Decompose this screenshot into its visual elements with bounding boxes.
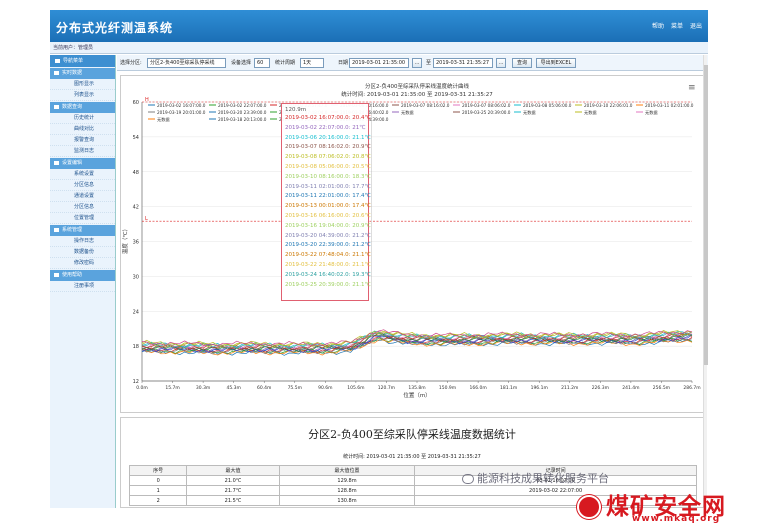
legend-label: 无数据 [584,109,597,116]
legend-label: 2019-03-25 20:39:00.0 [462,110,511,115]
legend-label: 无数据 [157,116,170,123]
legend-label: 2019-03-11 02:01:00.0 [645,103,694,108]
x-tick-label: 105.6m [347,385,364,391]
tooltip-row: 2019-03-13 00:01:00.0: 17.4℃ [285,203,371,210]
y-axis-title: 温度（℃） [121,226,129,254]
x-tick-label: 15.7m [165,385,179,391]
tooltip-rows: 2019-03-02 16:07:00.0: 20.4℃ 2019-03-02 2… [285,114,371,290]
x-tick-label: 166.0m [469,385,486,391]
tooltip-row: 2019-03-22 07:48:04.0: 21.1℃ [285,252,371,259]
logo-emblem-icon [577,495,601,519]
x-tick-label: 0.0m [136,385,148,391]
tooltip-row: 2019-03-11 22:01:00.0: 17.4℃ [285,193,371,200]
chart-tooltip: 120.9m 2019-03-02 16:07:00.0: 20.4℃ 2019-… [281,103,371,301]
alarm-low-label: L [145,216,148,222]
x-tick-label: 181.1m [500,385,517,391]
legend-label: 2019-03-19 20:01:00.0 [157,110,206,115]
tooltip-row: 2019-03-24 16:40:02.0: 19.3℃ [285,271,371,278]
vertical-scrollbar[interactable] [703,55,708,498]
legend-label: 2019-03-02 16:07:00.0 [157,103,206,108]
x-tick-label: 120.7m [378,385,395,391]
wechat-icon [462,474,474,484]
tooltip-row: 2019-03-20 04:39:00.0: 21.2℃ [285,232,371,239]
y-tick-label: 30 [133,274,139,280]
site-logo-url: www.mkaq.org [632,514,721,524]
tooltip-row: 2019-03-10 08:16:00.0: 18.3℃ [285,173,371,180]
x-tick-label: 45.3m [226,385,240,391]
chart-menu-icon: ≡ [688,83,696,93]
y-tick-label: 12 [133,379,139,385]
tooltip-row: 2019-03-02 16:07:00.0: 20.4℃ [285,115,371,121]
legend-label: 无数据 [401,109,414,116]
x-tick-label: 150.9m [439,385,456,391]
tooltip-row: 2019-03-16 19:04:00.0: 20.9℃ [285,222,371,229]
y-tick-label: 36 [133,240,139,246]
tooltip-row: 2019-03-25 20:39:00.0: 21.1℃ [285,281,371,288]
y-tick-label: 42 [133,205,139,211]
x-tick-label: 90.6m [318,385,332,391]
x-tick-label: 30.3m [196,385,210,391]
chart-title: 分区2-负400至综采队停采线温度统计曲线 [365,82,469,90]
legend-label: 2019-03-07 08:16:02.0 [401,103,450,108]
tooltip-row: 2019-03-11 02:01:00.0: 17.7℃ [285,183,371,190]
watermark-text: 能源科技成果转化服务平台 [477,472,609,485]
tooltip-header: 120.9m [285,107,307,113]
tooltip-row: 2019-03-06 20:16:00.0: 21.1℃ [285,134,371,141]
legend-label: 2019-03-18 20:13:00.0 [218,117,267,122]
scrollbar-thumb[interactable] [704,65,708,365]
tooltip-row: 2019-03-16 06:16:00.0: 20.6℃ [285,212,371,219]
x-tick-label: 60.4m [257,385,271,391]
x-tick-label: 286.7m [683,385,700,391]
temperature-chart: 分区2-负400至综采队停采线温度统计曲线统计时间: 2019-03-01 21… [121,82,701,399]
legend-label: 无数据 [523,109,536,116]
legend-label: 2019-03-20 23:39:00.0 [218,110,267,115]
legend-label: 无数据 [645,109,658,116]
legend-label: 2019-03-10 22:06:01.0 [584,103,633,108]
chart-subtitle: 统计时间: 2019-03-01 21:35:00 至 2019-03-31 2… [341,90,493,98]
tooltip-row: 2019-03-20 22:39:00.0: 21.2℃ [285,242,371,249]
x-tick-label: 196.1m [531,385,548,391]
tooltip-row: 2019-03-08 07:06:02.0: 20.8℃ [285,154,371,161]
x-tick-label: 135.8m [408,385,425,391]
legend-label: 2019-03-02 22:07:00.0 [218,103,267,108]
x-tick-label: 211.2m [561,385,578,391]
y-tick-label: 18 [133,344,139,350]
x-tick-label: 241.4m [622,385,639,391]
tooltip-row: 2019-03-07 08:16:02.0: 20.9℃ [285,144,371,151]
alarm-high-label: H [145,97,149,103]
tooltip-row: 2019-03-22 21:48:00.0: 21.1℃ [285,261,371,268]
y-tick-label: 60 [133,100,139,106]
legend-label: 2019-03-08 05:06:00.0 [523,103,572,108]
tooltip-row: 2019-03-02 22:07:00.0: 21℃ [285,124,366,131]
y-tick-label: 24 [133,309,139,315]
watermark: 能源科技成果转化服务平台 [462,470,609,486]
y-tick-label: 48 [133,170,139,176]
tooltip-row: 2019-03-08 05:06:00.0: 20.5℃ [285,163,371,170]
x-tick-label: 75.5m [288,385,302,391]
legend-label: 2019-03-07 08:06:02.0 [462,103,511,108]
x-tick-label: 226.3m [592,385,609,391]
y-tick-label: 54 [133,135,139,141]
x-axis-title: 位置（m） [403,391,430,399]
x-tick-label: 256.5m [653,385,670,391]
